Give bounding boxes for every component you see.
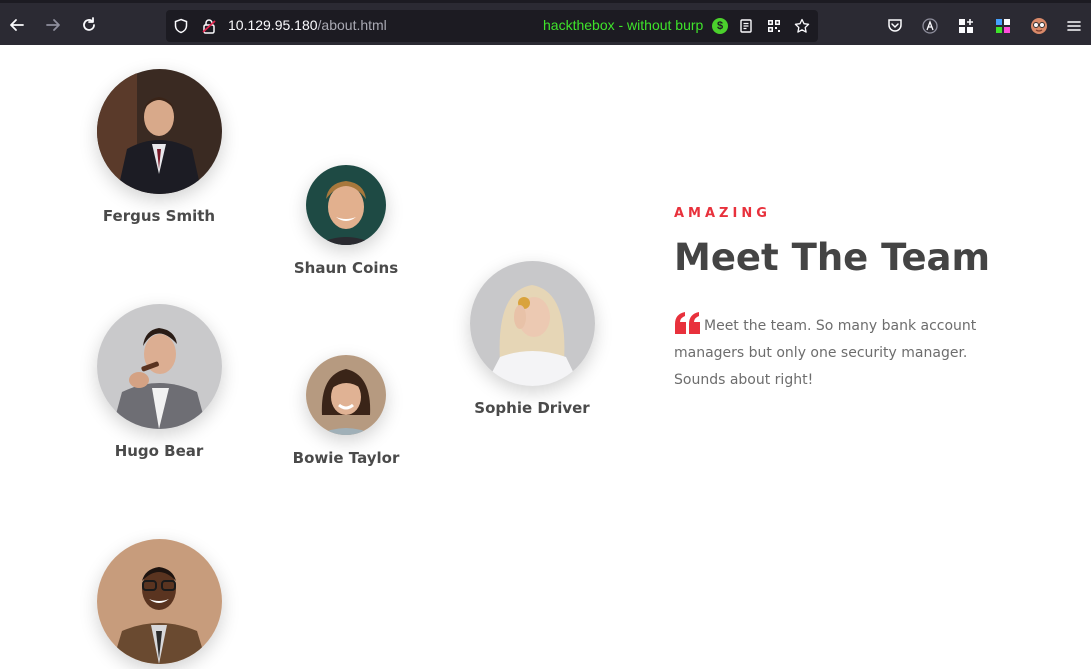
quote-text: Meet the team. So many bank account mana…: [674, 318, 977, 388]
container-badge-icon[interactable]: $: [712, 18, 728, 34]
quote-icon: [674, 312, 702, 334]
avatar-hugo-bear: [97, 304, 222, 429]
menu-icon[interactable]: [1064, 16, 1084, 36]
section-subtitle: AMAZING: [674, 206, 771, 221]
url-bar[interactable]: 10.129.95.180/about.html hackthebox - wi…: [166, 10, 818, 42]
member-name-shaun-coins: Shaun Coins: [293, 259, 399, 277]
avatar-shaun-coins: [306, 165, 386, 245]
url-path: /about.html: [317, 17, 387, 33]
extensions-grid-icon[interactable]: [956, 16, 976, 36]
multi-container-icon[interactable]: [993, 16, 1013, 36]
url-text[interactable]: 10.129.95.180/about.html: [228, 17, 387, 33]
container-label[interactable]: hackthebox - without burp: [543, 17, 703, 33]
extension-icon[interactable]: [920, 16, 940, 36]
forward-icon[interactable]: [42, 14, 64, 36]
back-icon[interactable]: [6, 14, 28, 36]
member-name-bowie-taylor: Bowie Taylor: [292, 449, 400, 467]
lock-icon[interactable]: [201, 18, 217, 34]
avatar-sophie-driver: [470, 261, 595, 386]
browser-toolbar: 10.129.95.180/about.html hackthebox - wi…: [0, 0, 1091, 45]
url-host: 10.129.95.180: [228, 17, 318, 33]
member-name-sophie-driver: Sophie Driver: [474, 399, 590, 417]
page-title: Meet The Team: [674, 236, 991, 279]
reload-icon[interactable]: [78, 14, 100, 36]
member-name-fergus-smith: Fergus Smith: [102, 207, 216, 225]
avatar-fergus-smith: [97, 69, 222, 194]
qr-icon[interactable]: [766, 18, 782, 34]
member-name-hugo-bear: Hugo Bear: [114, 442, 204, 460]
reader-icon[interactable]: [738, 18, 754, 34]
team-quote: Meet the team. So many bank account mana…: [674, 312, 984, 394]
avatar-bowie-taylor: [306, 355, 386, 435]
pocket-icon[interactable]: [885, 16, 905, 36]
star-icon[interactable]: [794, 18, 810, 34]
shield-icon[interactable]: [173, 18, 189, 34]
profile-icon[interactable]: [1029, 16, 1049, 36]
avatar-team-member-6: [97, 539, 222, 664]
